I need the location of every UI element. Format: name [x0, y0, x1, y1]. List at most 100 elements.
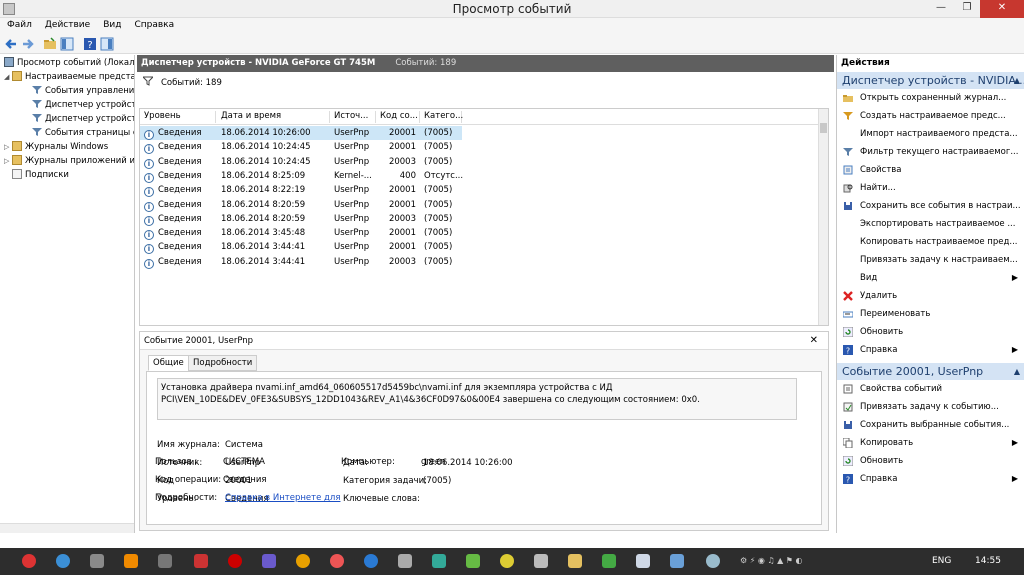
- collapse-arrow-icon[interactable]: ◢: [4, 71, 12, 84]
- language-indicator[interactable]: ENG: [932, 556, 951, 566]
- menu-view[interactable]: Вид: [96, 18, 127, 30]
- tree-item-custom-views[interactable]: ◢ Настраиваемые предста: [4, 71, 134, 84]
- firefox-icon[interactable]: [330, 554, 344, 568]
- app-icon-8[interactable]: [398, 554, 412, 568]
- console-tree-icon[interactable]: [60, 37, 74, 51]
- view-action-item[interactable]: Вид ▶: [837, 269, 1024, 287]
- tab-general[interactable]: Общие: [148, 355, 189, 371]
- view-action-item[interactable]: Сохранить все события в настраи...: [837, 197, 1024, 215]
- event-action-item[interactable]: Копировать ▶: [837, 434, 1024, 452]
- event-action-item[interactable]: Привязать задачу к событию...: [837, 398, 1024, 416]
- scroll-thumb[interactable]: [820, 123, 827, 133]
- explorer-icon[interactable]: [568, 554, 582, 568]
- filter-icon: [141, 76, 155, 86]
- app-icon-3[interactable]: [194, 554, 208, 568]
- app-icon-6[interactable]: [296, 554, 310, 568]
- nvidia-icon[interactable]: [602, 554, 616, 568]
- close-button[interactable]: ✕: [980, 0, 1024, 18]
- table-row[interactable]: i Сведения 18.06.2014 10:24:45 UserPnp 20001…: [140, 140, 462, 155]
- app-icon-11[interactable]: [534, 554, 548, 568]
- menu-action[interactable]: Действие: [38, 18, 96, 30]
- view-action-item[interactable]: Удалить: [837, 287, 1024, 305]
- minimize-button[interactable]: —: [928, 0, 954, 18]
- tree-item-device-manager-1[interactable]: Диспетчер устройст: [32, 99, 134, 112]
- clock[interactable]: 14:55: [975, 556, 1001, 566]
- event-action-item[interactable]: Свойства событий: [837, 380, 1024, 398]
- tab-details[interactable]: Подробности: [188, 355, 258, 371]
- view-action-item[interactable]: Привязать задачу к настраиваем...: [837, 251, 1024, 269]
- cell-source: UserPnp: [334, 242, 370, 253]
- table-row[interactable]: i Сведения 18.06.2014 8:20:59 UserPnp 20001 (…: [140, 198, 462, 212]
- column-level[interactable]: Уровень: [140, 111, 216, 123]
- action-pane-icon[interactable]: [100, 37, 114, 51]
- tree-item-subscriptions[interactable]: Подписки: [12, 169, 69, 182]
- table-vertical-scrollbar[interactable]: [818, 109, 828, 325]
- actions-section-view[interactable]: Диспетчер устройств - NVIDIA... ▲: [837, 72, 1024, 89]
- event-action-item[interactable]: ? Справка ▶: [837, 470, 1024, 488]
- tree-item-admin-events[interactable]: События управлени: [32, 85, 134, 98]
- view-action-item[interactable]: Найти...: [837, 179, 1024, 197]
- view-action-item[interactable]: ? Справка ▶: [837, 341, 1024, 359]
- column-date[interactable]: Дата и время: [217, 111, 330, 123]
- event-action-item[interactable]: Обновить: [837, 452, 1024, 470]
- view-action-item[interactable]: Создать настраиваемое предс...: [837, 107, 1024, 125]
- view-action-item[interactable]: Открыть сохраненный журнал...: [837, 89, 1024, 107]
- table-row[interactable]: i Сведения 18.06.2014 8:25:09 Kernel-... 400…: [140, 169, 463, 183]
- open-folder-icon[interactable]: [43, 37, 57, 51]
- help-icon[interactable]: ?: [83, 37, 97, 51]
- view-action-item[interactable]: Свойства: [837, 161, 1024, 179]
- expand-arrow-icon[interactable]: ▷: [4, 141, 12, 154]
- app-icon-2[interactable]: [158, 554, 172, 568]
- table-row[interactable]: i Сведения 18.06.2014 10:24:45 UserPnp 20003…: [140, 155, 462, 169]
- menu-help[interactable]: Справка: [127, 18, 180, 30]
- tray-icons[interactable]: ⚙ ⚡ ◉ ♫ ▲ ⚑ ◐: [740, 556, 850, 565]
- cell-code: 20003: [388, 213, 416, 224]
- tree-item-app-logs[interactable]: ▷ Журналы приложений и: [4, 155, 134, 168]
- forward-arrow-icon[interactable]: [21, 37, 35, 51]
- maximize-button[interactable]: ❐: [954, 0, 980, 18]
- tree-item-device-manager-2[interactable]: Диспетчер устройст: [32, 113, 134, 126]
- menu-file[interactable]: Файл: [0, 18, 38, 30]
- view-action-item[interactable]: Экспортировать настраиваемое ...: [837, 215, 1024, 233]
- table-row[interactable]: i Сведения 18.06.2014 10:26:00 UserPnp 20001…: [140, 126, 462, 140]
- tree-item-windows-logs[interactable]: ▷ Журналы Windows: [4, 141, 108, 154]
- event-action-item[interactable]: Сохранить выбранные события...: [837, 416, 1024, 434]
- app-icon-12[interactable]: [670, 554, 684, 568]
- vlc-icon[interactable]: [124, 554, 138, 568]
- opera-icon[interactable]: [22, 554, 36, 568]
- table-row[interactable]: i Сведения 18.06.2014 3:45:48 UserPnp 20001 (…: [140, 226, 462, 241]
- online-help-link[interactable]: Справка в Интернете для: [225, 493, 340, 503]
- view-action-item[interactable]: Импорт настраиваемого предста...: [837, 125, 1024, 143]
- app-icon-4[interactable]: [228, 554, 242, 568]
- app-icon-1[interactable]: [90, 554, 104, 568]
- app-icon-9[interactable]: [432, 554, 446, 568]
- app-icon-5[interactable]: [262, 554, 276, 568]
- column-code[interactable]: Код со...: [376, 111, 420, 123]
- browser-icon[interactable]: [56, 554, 70, 568]
- table-row[interactable]: i Сведения 18.06.2014 3:44:41 UserPnp 20003 (…: [140, 255, 462, 269]
- expand-arrow-icon[interactable]: ▷: [4, 155, 12, 168]
- tree-item-root[interactable]: Просмотр событий (Локалі: [4, 57, 134, 70]
- actions-section-event[interactable]: Событие 20001, UserPnp ▲: [837, 363, 1024, 380]
- table-row[interactable]: i Сведения 18.06.2014 3:44:41 UserPnp 20001 (…: [140, 240, 462, 255]
- app-icon-13[interactable]: [706, 554, 720, 568]
- app-icon-7[interactable]: [364, 554, 378, 568]
- app-icon-10[interactable]: [466, 554, 480, 568]
- view-action-item[interactable]: Фильтр текущего настраиваемог...: [837, 143, 1024, 161]
- view-action-item[interactable]: Копировать настраиваемое пред...: [837, 233, 1024, 251]
- view-action-item[interactable]: Обновить: [837, 323, 1024, 341]
- event-viewer-taskbar-icon[interactable]: [636, 554, 650, 568]
- svg-text:?: ?: [87, 40, 92, 51]
- back-arrow-icon[interactable]: [4, 37, 18, 51]
- column-category[interactable]: Катего...: [420, 111, 463, 123]
- table-row[interactable]: i Сведения 18.06.2014 8:22:19 UserPnp 20001 (…: [140, 183, 462, 198]
- table-row[interactable]: i Сведения 18.06.2014 8:20:59 UserPnp 20003 (…: [140, 212, 462, 226]
- chrome-icon[interactable]: [500, 554, 514, 568]
- collapse-icon[interactable]: ▲: [1014, 363, 1020, 380]
- close-detail-icon[interactable]: ✕: [810, 332, 818, 350]
- column-source[interactable]: Источ...: [330, 111, 376, 123]
- collapse-icon[interactable]: ▲: [1014, 72, 1020, 89]
- tree-item-page-events[interactable]: События страницы с: [32, 127, 134, 140]
- tree-horizontal-scrollbar[interactable]: [0, 523, 134, 533]
- view-action-item[interactable]: Переименовать: [837, 305, 1024, 323]
